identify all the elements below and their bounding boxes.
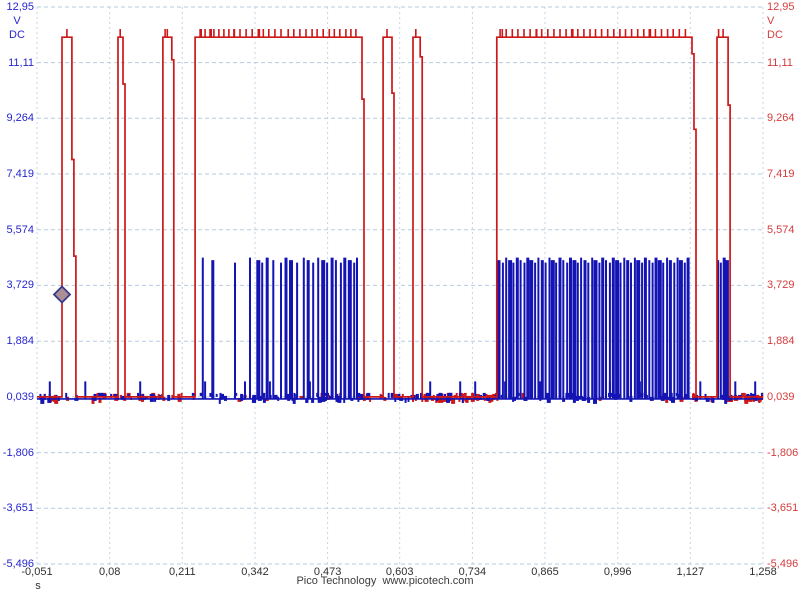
baseline-noise — [65, 392, 68, 398]
trigger-marker[interactable] — [52, 285, 72, 304]
baseline-noise — [167, 394, 171, 401]
baseline-noise — [219, 392, 222, 396]
y-axis-label-right: -1,806 — [767, 446, 799, 459]
y-axis-label-left: 11,11 — [8, 56, 34, 69]
baseline-noise — [461, 396, 464, 403]
y-axis-label-right: 9,264 — [767, 112, 795, 125]
waveform-plot[interactable] — [0, 0, 800, 600]
y-axis-label-right: 7,419 — [767, 168, 795, 180]
baseline-noise — [215, 393, 218, 397]
y-axis-unit-right: V — [767, 15, 775, 27]
y-axis-label-left: 7,419 — [6, 168, 34, 180]
footer-brand: Pico Technology www.picotech.com — [296, 575, 474, 587]
y-axis-label-left: 12,95 — [6, 1, 34, 13]
baseline-noise — [450, 392, 453, 396]
y-axis-label-left: 3,729 — [6, 279, 34, 292]
y-axis-coupling-right: DC — [767, 29, 783, 41]
baseline-noise — [742, 392, 746, 396]
y-axis-label-right: 11,11 — [767, 56, 793, 69]
y-axis-label-left: 5,574 — [6, 223, 34, 236]
scope-view: 12,95 V DC 11,11 9,264 7,419 5,574 3,729 1,884 0,… — [0, 0, 800, 600]
y-axis-label-right: 12,95 — [767, 1, 795, 13]
y-axis-label-left: 0,039 — [6, 390, 34, 403]
baseline-noise — [750, 392, 753, 399]
y-axis-label-right: 1,884 — [767, 335, 795, 348]
baseline-noise — [471, 392, 474, 396]
baseline-noise — [180, 392, 183, 396]
y-axis-unit-left: V — [13, 15, 21, 27]
y-axis-label-left: -1,806 — [2, 446, 34, 459]
y-axis-label-right: 5,574 — [767, 223, 795, 236]
y-axis-label-right: -3,651 — [767, 502, 799, 515]
y-axis-label-left: -3,651 — [2, 502, 34, 515]
y-axis-coupling-left: DC — [9, 29, 25, 41]
baseline-noise — [446, 396, 451, 403]
baseline-noise — [387, 392, 390, 398]
y-axis-label-right: 3,729 — [767, 279, 795, 292]
baseline-noise — [253, 396, 257, 403]
y-axis-label-left: 1,884 — [6, 335, 34, 348]
y-axis-label-left: 9,264 — [6, 112, 34, 125]
baseline-noise — [760, 392, 763, 396]
baseline-noise — [455, 392, 458, 399]
y-axis-label-right: 0,039 — [767, 390, 795, 403]
